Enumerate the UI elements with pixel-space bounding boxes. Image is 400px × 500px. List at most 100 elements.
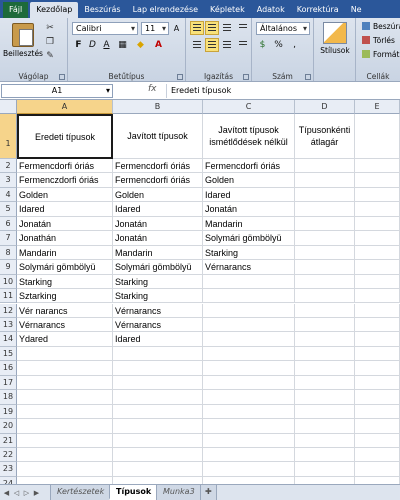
cell[interactable] [113,476,203,484]
italic-icon[interactable]: D [86,39,99,52]
tab-view-truncated[interactable]: Ne [345,2,368,18]
tab-formulas[interactable]: Képletek [204,2,251,18]
cell[interactable] [203,375,295,391]
cell[interactable]: Vérnarancs [17,317,113,333]
cell[interactable]: Jonatán [17,216,113,232]
cell[interactable] [113,419,203,434]
cell[interactable] [17,462,113,477]
cell[interactable] [295,332,355,347]
first-sheet-icon[interactable]: ◀ [2,488,11,498]
cell[interactable]: Vér narancs [17,303,113,318]
cell[interactable]: Vérnarancs [113,317,203,333]
row-header[interactable]: 20 [0,419,17,434]
cell[interactable] [295,361,355,376]
bold-icon[interactable]: F [72,39,85,52]
cell[interactable] [203,274,295,290]
fill-color-icon[interactable]: ◆ [134,39,147,52]
cell[interactable] [17,448,113,463]
cell[interactable] [203,332,295,347]
cell[interactable] [355,448,400,463]
cell[interactable] [113,375,203,391]
cell[interactable] [355,187,400,203]
cell[interactable] [203,346,295,362]
cell[interactable] [355,332,400,347]
grow-font-icon[interactable]: A [170,22,183,35]
font-name-select[interactable]: Calibri [72,22,138,35]
row-header[interactable]: 24 [0,476,17,484]
row-header[interactable]: 17 [0,375,17,391]
sheet-tab-kerteszetek[interactable]: Kertészetek [50,485,112,500]
cell[interactable]: Vérnarancs [113,303,203,318]
cell[interactable] [295,187,355,203]
cell[interactable]: Solymári gömbölyü [17,260,113,275]
cell[interactable] [17,419,113,434]
cell[interactable]: Starking [113,274,203,290]
font-color-icon[interactable]: A [152,39,165,52]
cell[interactable] [295,476,355,484]
cell[interactable] [355,303,400,318]
tab-data[interactable]: Adatok [251,2,291,18]
sheet-tab-munka3[interactable]: Munka3 [156,485,202,500]
name-box[interactable]: A1 ▾ [1,84,113,98]
percent-icon[interactable]: % [272,39,285,52]
align-left-icon[interactable] [190,38,204,52]
next-sheet-icon[interactable]: ▷ [22,488,31,498]
cell[interactable]: Starking [17,274,113,290]
cell[interactable] [295,231,355,246]
header-cell[interactable]: Javított típusok [113,114,203,159]
cell[interactable] [295,375,355,391]
cell[interactable]: Jonatán [113,231,203,246]
cell[interactable] [113,346,203,362]
cell[interactable] [295,404,355,420]
paste-button[interactable]: Beillesztés [3,21,43,63]
cell[interactable] [203,317,295,333]
row-header[interactable]: 14 [0,332,17,347]
cell[interactable]: Golden [113,187,203,203]
cell[interactable] [295,390,355,405]
row-header[interactable]: 16 [0,361,17,376]
cell[interactable] [17,433,113,448]
tab-home[interactable]: Kezdőlap [30,2,79,18]
cell[interactable] [295,202,355,217]
cell[interactable] [355,346,400,362]
number-format-select[interactable]: Általános [256,22,310,35]
row-header[interactable]: 9 [0,260,17,275]
cell[interactable] [295,274,355,290]
underline-icon[interactable]: A [100,39,113,52]
tab-page-layout[interactable]: Lap elrendezése [127,2,204,18]
font-size-select[interactable]: 11 [141,22,169,35]
row-header[interactable]: 13 [0,317,17,333]
cell[interactable] [113,361,203,376]
currency-icon[interactable]: $ [256,39,269,52]
cell[interactable] [17,375,113,391]
align-right-icon[interactable] [220,38,234,52]
cell[interactable] [295,317,355,333]
cell[interactable] [203,289,295,304]
cell[interactable]: Idared [203,187,295,203]
cell[interactable] [295,173,355,188]
row-header[interactable]: 19 [0,404,17,420]
cell[interactable] [355,476,400,484]
cell[interactable]: Idared [113,202,203,217]
header-cell[interactable]: Javított típusok ismétlődések nélkül [203,114,295,159]
column-header-e[interactable]: E [355,100,400,114]
insert-cells-button[interactable]: Beszúrás [362,22,400,31]
cell[interactable]: Mandarin [113,245,203,261]
cell[interactable] [355,173,400,188]
column-header-c[interactable]: C [203,100,295,114]
cell[interactable]: Fermencdorfi óriás [113,159,203,174]
row-header[interactable]: 7 [0,231,17,246]
cell[interactable]: Starking [203,245,295,261]
cell[interactable]: Fermencdorfi óriás [17,159,113,174]
row-header[interactable]: 3 [0,173,17,188]
row-header[interactable]: 4 [0,187,17,203]
align-bottom-icon[interactable] [220,21,234,35]
cell[interactable] [355,202,400,217]
cell[interactable] [17,346,113,362]
cell[interactable] [113,448,203,463]
cell[interactable] [295,245,355,261]
cell[interactable] [203,448,295,463]
cell[interactable] [203,303,295,318]
cell[interactable] [17,361,113,376]
cell[interactable]: Jonatán [113,216,203,232]
